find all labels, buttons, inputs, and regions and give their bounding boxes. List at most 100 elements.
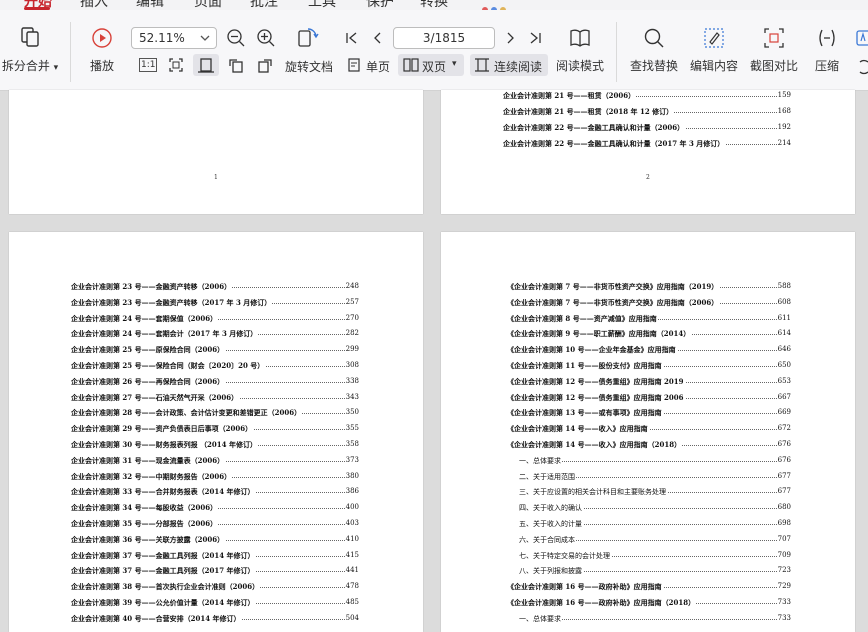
toc-entry[interactable]: 《企业会计准则第 16 号——政府补助》应用指南 729 [507,579,791,595]
toc-entry[interactable]: 四、关于收入的确认 680 [519,500,791,516]
toc-entry[interactable]: 企业会计准则第 26 号——再保险合同（2006） 338 [71,374,359,390]
rotate-left-icon[interactable] [227,56,245,74]
toc-entry[interactable]: 二、关于适用范围 677 [519,469,791,485]
toc-entry[interactable]: 《企业会计准则第 7 号——非货币性资产交换》应用指南（2019） 588 [507,279,791,295]
toc-entry[interactable]: 企业会计准则第 23 号——金融资产转移（2006） 248 [71,279,359,295]
toc-entry-title: 企业会计准则第 30 号——财务报表列报 （2014 年修订） [71,440,258,450]
continuous-read-icon[interactable] [473,57,491,73]
find-replace-button[interactable]: 查找替换 [628,27,680,74]
toc-entry[interactable]: 《企业会计准则第 8 号——资产减值》应用指南 611 [507,311,791,327]
zoom-out-icon[interactable] [226,28,246,48]
toc-entry[interactable]: 企业会计准则第 22 号——金融工具确认和计量（2006） 192 [503,120,791,136]
tab-convert[interactable]: 转换 [420,0,448,10]
rotate-right-icon[interactable] [256,56,274,74]
toc-entry[interactable]: 企业会计准则第 32 号——中期财务报告（2006） 380 [71,469,359,485]
toc-entry[interactable]: 企业会计准则第 23 号——金融资产转移（2017 年 3 月修订） 257 [71,295,359,311]
toc-entry-title: 六、关于合同成本 [519,534,576,545]
edit-content-button[interactable]: 编辑内容 [688,27,740,74]
toc-entry[interactable]: 七、关于特定交易的会计处理 709 [519,548,791,564]
read-mode-button[interactable]: 阅读模式 [552,27,608,74]
toc-entry[interactable]: 企业会计准则第 38 号——首次执行企业会计准则（2006） 478 [71,579,359,595]
toc-entry[interactable]: 企业会计准则第 31 号——现金流量表（2006） 373 [71,453,359,469]
toc-entry[interactable]: 企业会计准则第 40 号——合营安排（2014 年修订） 504 [71,611,359,627]
toc-entry[interactable]: 企业会计准则第 30 号——财务报表列报 （2014 年修订） 358 [71,437,359,453]
toc-entry-title: 企业会计准则第 36 号——关联方披露（2006） [71,534,226,545]
toc-entry[interactable]: 企业会计准则第 27 号——石油天然气开采（2006） 343 [71,390,359,406]
toc-entry[interactable]: 企业会计准则第 21 号——租赁（2006） 159 [503,88,791,104]
previous-page-icon[interactable] [370,30,386,46]
toc-entry[interactable]: 企业会计准则第 33 号——合并财务报表（2014 年修订） 386 [71,484,359,500]
toc-entry[interactable]: 《企业会计准则第 13 号——或有事项》应用指南 669 [507,405,791,421]
double-page-icon[interactable] [403,57,419,73]
toc-entry-title: 二、关于适用范围 [519,471,576,482]
toc-entry[interactable]: 《企业会计准则第 16 号——政府补助》应用指南（2018） 733 [507,595,791,611]
toc-entry-title: 企业会计准则第 25 号——原保险合同（2006） [71,345,226,356]
toc-entry[interactable]: 《企业会计准则第 12 号——债务重组》应用指南 2006 667 [507,390,791,406]
toc-entry[interactable]: 企业会计准则第 28 号——会计政策、会计估计变更和差错更正（2006） 350 [71,405,359,421]
toc-entry-page: 504 [344,613,359,622]
tab-page[interactable]: 页面 [194,0,222,10]
toc-entry[interactable]: 《企业会计准则第 10 号——企业年金基金》应用指南 646 [507,342,791,358]
toc-entry[interactable]: 企业会计准则第 34 号——每股收益（2006） 400 [71,500,359,516]
toc-entry[interactable]: 《企业会计准则第 14 号——收入》应用指南 672 [507,421,791,437]
continuous-read-label[interactable]: 连续阅读 [494,58,542,75]
split-merge-button[interactable]: 拆分合并 ▾ [0,26,60,74]
compress-button[interactable]: 压缩 [810,27,844,74]
toc-entry-title: 企业会计准则第 40 号——合营安排（2014 年修订） [71,613,242,624]
toc-entry[interactable]: 企业会计准则第 24 号——套期会计（2017 年 3 月修订） 282 [71,326,359,342]
toolbar-divider [70,22,71,82]
single-page-icon[interactable] [346,57,362,73]
toc-entry[interactable]: 企业会计准则第 21 号——租赁（2018 年 12 修订） 168 [503,104,791,120]
toc-entry[interactable]: 企业会计准则第 39 号——公允价值计量（2014 年修订） 485 [71,595,359,611]
ai-dots-icon[interactable] [482,0,522,10]
tab-comment[interactable]: 批注 [250,0,278,10]
fit-page-icon[interactable] [167,56,185,74]
tab-tools[interactable]: 工具 [308,0,336,10]
toc-entry[interactable]: 《企业会计准则第 12 号——债务重组》应用指南 2019 653 [507,374,791,390]
convert-icon[interactable] [856,58,868,76]
tab-protect[interactable]: 保护 [366,0,394,10]
toc-entry[interactable]: 企业会计准则第 25 号——原保险合同（2006） 299 [71,342,359,358]
toc-entry[interactable]: 《企业会计准则第 11 号——股份支付》应用指南 650 [507,358,791,374]
find-replace-label: 查找替换 [629,59,678,73]
toc-entry[interactable]: 企业会计准则第 25 号——保险合同（财会〔2020〕20 号） 308 [71,358,359,374]
toc-entry[interactable]: 《企业会计准则第 9 号——职工薪酬》应用指南（2014） 614 [507,326,791,342]
single-page-label[interactable]: 单页 [366,58,390,75]
tab-edit[interactable]: 编辑 [136,0,164,10]
toc-entry[interactable]: 企业会计准则第 37 号——金融工具列报（2014 年修订） 415 [71,548,359,564]
last-page-icon[interactable] [527,30,543,46]
toc-entry[interactable]: 企业会计准则第 29 号——资产负债表日后事项（2006） 355 [71,421,359,437]
edit-content-label: 编辑内容 [689,59,738,73]
zoom-select[interactable]: 52.11% [131,27,217,49]
toc-entry[interactable]: 《企业会计准则第 7 号——非货币性资产交换》应用指南（2006） 608 [507,295,791,311]
next-page-icon[interactable] [502,30,518,46]
double-page-label[interactable]: 双页 [422,58,446,75]
toc-entry[interactable]: 《企业会计准则第 14 号——收入》应用指南（2018） 676 [507,437,791,453]
toc-entry[interactable]: 企业会计准则第 37 号——金融工具列报（2017 年修订） 441 [71,563,359,579]
toc-entry[interactable]: 五、关于收入的计量 698 [519,516,791,532]
first-page-icon[interactable] [344,30,360,46]
page-number-input[interactable]: 3/1815 [393,27,495,49]
toc-entry-title: 企业会计准则第 26 号——再保险合同（2006） [71,376,226,387]
toc-entry[interactable]: 企业会计准则第 24 号——套期保值（2006） 270 [71,311,359,327]
toc-entry[interactable]: 一、总体要求 733 [519,611,791,627]
chevron-down-icon[interactable]: ▾ [452,59,457,69]
rotate-document-icon[interactable] [296,26,320,50]
zoom-in-icon[interactable] [256,28,276,48]
screenshot-compare-button[interactable]: 截图对比 [748,27,800,74]
toc-entry[interactable]: 八、关于列报和披露 723 [519,563,791,579]
rotate-document-label[interactable]: 旋转文档 [285,58,333,75]
toc-entry[interactable]: 六、关于合同成本 707 [519,532,791,548]
toc-entry[interactable]: 三、关于应设置的相关会计科目和主要账务处理 677 [519,484,791,500]
toc-entry-page: 707 [776,534,791,543]
tab-insert[interactable]: 插入 [80,0,108,10]
toc-entry-title: 企业会计准则第 22 号——金融工具确认和计量（2006） [503,123,686,133]
toc-entry[interactable]: 一、总体要求 676 [519,453,791,469]
actual-size-button[interactable]: 1:1 [139,58,158,72]
translate-icon[interactable] [856,29,868,49]
play-button[interactable]: 播放 [82,27,122,74]
toc-entry[interactable]: 企业会计准则第 22 号——金融工具确认和计量（2017 年 3 月修订） 214 [503,136,791,152]
fit-width-icon[interactable] [197,56,215,74]
toc-entry[interactable]: 企业会计准则第 36 号——关联方披露（2006） 410 [71,532,359,548]
toc-entry[interactable]: 企业会计准则第 35 号——分部报告（2006） 403 [71,516,359,532]
